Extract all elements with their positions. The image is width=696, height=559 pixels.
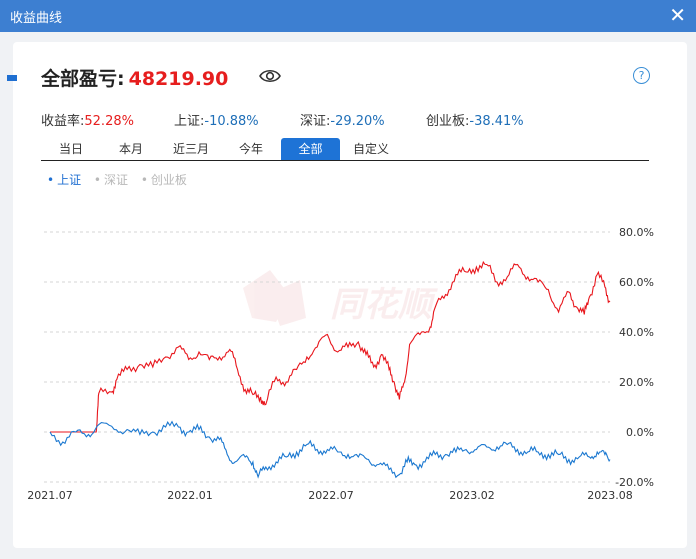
profit-chart: 同花顺 80.0% 60.0% 40.0% 20.0% 0.0% -20.0% 2021.…	[27, 226, 654, 502]
series-line-shanghai	[49, 420, 611, 479]
y-axis-ticks: 80.0% 60.0% 40.0% 20.0% 0.0% -20.0%	[615, 226, 654, 489]
watermark-text: 同花顺	[330, 285, 438, 325]
x-axis-ticks: 2021.07 2022.01 2022.07 2023.02 2023.08	[27, 489, 633, 502]
y-tick-label: 40.0%	[619, 326, 654, 339]
chart-watermark: 同花顺	[243, 270, 438, 326]
chart-grid	[44, 231, 610, 483]
x-tick-label: 2022.01	[167, 489, 213, 502]
y-tick-label: 80.0%	[619, 226, 654, 239]
y-tick-label: 60.0%	[619, 276, 654, 289]
watermark-logo-icon	[243, 270, 306, 326]
x-tick-label: 2023.02	[449, 489, 495, 502]
y-tick-label: 20.0%	[619, 376, 654, 389]
x-tick-label: 2023.08	[587, 489, 633, 502]
y-tick-label: 0.0%	[626, 426, 654, 439]
x-tick-label: 2021.07	[27, 489, 73, 502]
x-tick-label: 2022.07	[308, 489, 354, 502]
y-tick-label: -20.0%	[615, 476, 654, 489]
